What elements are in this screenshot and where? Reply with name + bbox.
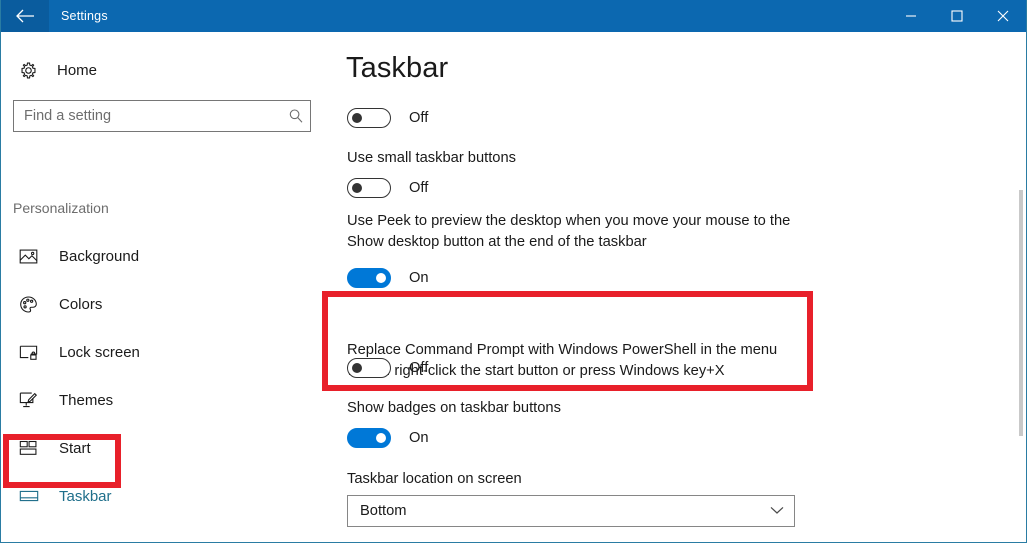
settings-window: Settings Home Find a setting Personaliza… xyxy=(0,0,1027,543)
sidebar-item-background-label: Background xyxy=(59,247,140,265)
taskbar-icon xyxy=(19,489,45,503)
setting-label-small-buttons: Use small taskbar buttons xyxy=(347,150,516,166)
chevron-down-icon xyxy=(770,502,784,520)
sidebar-nav-list: Background Colors Lock screen Themes Sta… xyxy=(1,232,331,520)
setting-label-show-badges: Show badges on taskbar buttons xyxy=(347,400,561,416)
close-icon xyxy=(997,10,1009,22)
minimize-icon xyxy=(906,15,916,17)
sidebar-section-label: Personalization xyxy=(13,200,109,216)
toggle-knob xyxy=(352,363,362,373)
setting-row-0: Off xyxy=(347,108,428,128)
content-scrollbar[interactable] xyxy=(1015,32,1023,542)
setting-row-2: On xyxy=(347,268,429,288)
sidebar-item-colors[interactable]: Colors xyxy=(1,280,331,328)
toggle-replace-command-prompt[interactable] xyxy=(347,358,391,378)
setting-label-peek: Use Peek to preview the desktop when you… xyxy=(347,213,791,250)
scrollbar-thumb[interactable] xyxy=(1019,190,1023,436)
themes-brush-icon xyxy=(19,391,45,409)
window-title: Settings xyxy=(61,9,108,23)
main-content: Taskbar Off Use small taskbar buttons Of… xyxy=(331,32,1026,542)
lock-screen-icon xyxy=(19,344,45,361)
title-bar: Settings xyxy=(1,0,1026,32)
maximize-button[interactable] xyxy=(934,0,980,32)
toggle-knob xyxy=(352,183,362,193)
sidebar-item-themes-label: Themes xyxy=(59,391,114,409)
sidebar-item-lock-screen[interactable]: Lock screen xyxy=(1,328,331,376)
back-button[interactable] xyxy=(1,0,49,32)
toggle-use-peek[interactable] xyxy=(347,268,391,288)
palette-icon xyxy=(19,295,45,314)
toggle-knob xyxy=(376,433,386,443)
sidebar: Home Personalization xyxy=(1,32,331,542)
taskbar-location-value: Bottom xyxy=(360,503,407,519)
start-tiles-icon xyxy=(19,440,45,456)
back-arrow-icon xyxy=(16,9,34,23)
toggle-state-label-4: On xyxy=(409,430,429,446)
page-title: Taskbar xyxy=(346,52,449,84)
toggle-lock-taskbar[interactable] xyxy=(347,108,391,128)
maximize-icon xyxy=(951,10,963,22)
setting-label-taskbar-location: Taskbar location on screen xyxy=(347,471,522,487)
setting-row-4: On xyxy=(347,428,429,448)
search-input[interactable] xyxy=(14,108,282,124)
sidebar-item-start[interactable]: Start xyxy=(1,424,331,472)
toggle-knob xyxy=(376,273,386,283)
search-icon xyxy=(282,108,310,124)
toggle-state-label-0: Off xyxy=(409,110,429,126)
taskbar-location-dropdown[interactable]: Bottom xyxy=(347,495,795,527)
setting-row-3: Off xyxy=(347,358,428,378)
setting-row-1: Off xyxy=(347,178,428,198)
sidebar-item-taskbar-label: Taskbar xyxy=(59,487,112,505)
sidebar-item-colors-label: Colors xyxy=(59,295,103,313)
sidebar-item-themes[interactable]: Themes xyxy=(1,376,331,424)
toggle-knob xyxy=(352,113,362,123)
close-button[interactable] xyxy=(980,0,1026,32)
sidebar-item-home-label: Home xyxy=(57,61,98,79)
toggle-state-label-2: On xyxy=(409,270,429,286)
sidebar-item-lock-screen-label: Lock screen xyxy=(59,343,140,361)
search-box[interactable] xyxy=(13,100,311,132)
toggle-state-label-3: Off xyxy=(409,360,429,376)
sidebar-item-start-label: Start xyxy=(59,439,91,457)
sidebar-item-background[interactable]: Background xyxy=(1,232,331,280)
sidebar-item-taskbar[interactable]: Taskbar xyxy=(1,472,331,520)
picture-icon xyxy=(19,248,45,265)
sidebar-item-home[interactable]: Home xyxy=(1,50,331,90)
toggle-small-taskbar-buttons[interactable] xyxy=(347,178,391,198)
toggle-show-badges[interactable] xyxy=(347,428,391,448)
gear-icon xyxy=(19,60,45,80)
titlebar-drag-region xyxy=(108,0,888,32)
minimize-button[interactable] xyxy=(888,0,934,32)
toggle-state-label-1: Off xyxy=(409,180,429,196)
